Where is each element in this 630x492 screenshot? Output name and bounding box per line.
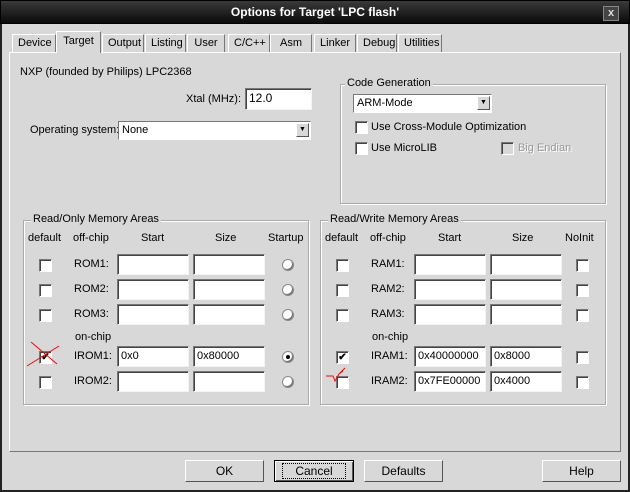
ram-size-input[interactable]: 0x4000 bbox=[490, 371, 562, 392]
rom-row-label: ROM2: bbox=[74, 283, 109, 295]
rom-row-label: ROM3: bbox=[74, 308, 109, 320]
startup-radio[interactable] bbox=[282, 351, 294, 363]
startup-radio[interactable] bbox=[282, 376, 294, 388]
rom-group-title: Read/Only Memory Areas bbox=[31, 213, 161, 225]
tab-utilities[interactable]: Utilities bbox=[398, 34, 442, 52]
tab-listing[interactable]: Listing bbox=[145, 34, 186, 52]
ram-size-input[interactable] bbox=[490, 304, 562, 325]
rom-start-input[interactable]: 0x0 bbox=[117, 346, 189, 367]
rom-start-input[interactable] bbox=[117, 371, 189, 392]
ram-start-input[interactable]: 0x40000000 bbox=[414, 346, 486, 367]
rom-start-input[interactable] bbox=[117, 304, 189, 325]
close-button[interactable]: x bbox=[603, 6, 619, 21]
rom-header-offchip: off-chip bbox=[73, 232, 109, 244]
tab-cc[interactable]: C/C++ bbox=[228, 34, 270, 52]
big-endian-checkbox bbox=[501, 142, 514, 155]
ram-default-checkbox[interactable] bbox=[336, 284, 349, 297]
xtal-input[interactable]: 12.0 bbox=[245, 88, 312, 110]
noinit-checkbox[interactable] bbox=[576, 351, 589, 364]
chevron-down-icon[interactable]: ▼ bbox=[477, 96, 490, 110]
rom-default-checkbox[interactable] bbox=[39, 284, 52, 297]
ram-header-noinit: NoInit bbox=[565, 232, 594, 244]
rom-default-checkbox[interactable] bbox=[39, 376, 52, 389]
rom-start-input[interactable] bbox=[117, 254, 189, 275]
ram-onchip-label: on-chip bbox=[372, 331, 409, 343]
os-label: Operating system: bbox=[30, 124, 120, 136]
ram-size-input[interactable] bbox=[490, 254, 562, 275]
rom-row-label: ROM1: bbox=[74, 258, 109, 270]
tab-asm[interactable]: Asm bbox=[270, 34, 312, 52]
rom-default-checkbox[interactable] bbox=[39, 309, 52, 322]
rom-row-label: IROM1: bbox=[74, 350, 112, 362]
ram-start-input[interactable] bbox=[414, 254, 486, 275]
cross-module-label: Use Cross-Module Optimization bbox=[371, 121, 527, 133]
rom-size-input[interactable] bbox=[193, 371, 265, 392]
microlib-label: Use MicroLIB bbox=[371, 142, 438, 154]
ram-start-input[interactable]: 0x7FE00000 bbox=[414, 371, 486, 392]
ram-size-input[interactable] bbox=[490, 279, 562, 300]
startup-radio[interactable] bbox=[282, 309, 294, 321]
tab-target[interactable]: Target bbox=[56, 31, 101, 53]
ram-group-title: Read/Write Memory Areas bbox=[328, 213, 461, 225]
defaults-button[interactable]: Defaults bbox=[364, 460, 443, 482]
code-generation-title: Code Generation bbox=[345, 77, 433, 89]
noinit-checkbox[interactable] bbox=[576, 284, 589, 297]
noinit-checkbox[interactable] bbox=[576, 376, 589, 389]
cancel-label: Cancel bbox=[282, 463, 346, 479]
ram-header-offchip: off-chip bbox=[370, 232, 406, 244]
rom-header-startup: Startup bbox=[268, 232, 304, 244]
big-endian-label: Big Endian bbox=[518, 142, 572, 154]
ram-row-label: IRAM1: bbox=[371, 350, 408, 362]
ram-row-label: RAM2: bbox=[371, 283, 405, 295]
arm-mode-value: ARM-Mode bbox=[357, 97, 413, 109]
ram-start-input[interactable] bbox=[414, 279, 486, 300]
ram-row-label: IRAM2: bbox=[371, 375, 408, 387]
ram-header-default: default bbox=[325, 232, 359, 244]
ok-button[interactable]: OK bbox=[185, 460, 264, 482]
arm-mode-select[interactable]: ARM-Mode ▼ bbox=[353, 94, 492, 113]
chevron-down-icon[interactable]: ▼ bbox=[296, 123, 309, 137]
os-select[interactable]: None ▼ bbox=[118, 121, 311, 140]
rom-size-input[interactable] bbox=[193, 254, 265, 275]
rom-start-input[interactable] bbox=[117, 279, 189, 300]
red-x-annotation bbox=[26, 341, 60, 367]
startup-radio[interactable] bbox=[282, 284, 294, 296]
ram-header-start: Start bbox=[438, 232, 462, 244]
rom-size-input[interactable]: 0x80000 bbox=[193, 346, 265, 367]
rom-row-label: IROM2: bbox=[74, 375, 112, 387]
rom-size-input[interactable] bbox=[193, 279, 265, 300]
ram-row-label: RAM1: bbox=[371, 258, 405, 270]
rom-size-input[interactable] bbox=[193, 304, 265, 325]
startup-radio[interactable] bbox=[282, 259, 294, 271]
ram-header-size: Size bbox=[512, 232, 534, 244]
os-value: None bbox=[122, 124, 149, 136]
rom-header-start: Start bbox=[141, 232, 165, 244]
tab-linker[interactable]: Linker bbox=[314, 34, 356, 52]
ram-default-checkbox-checked[interactable]: ✔ bbox=[336, 351, 349, 364]
tab-device[interactable]: Device bbox=[12, 34, 56, 52]
tab-user[interactable]: User bbox=[187, 34, 225, 52]
microlib-checkbox[interactable] bbox=[355, 142, 368, 155]
ram-start-input[interactable] bbox=[414, 304, 486, 325]
ram-default-checkbox[interactable] bbox=[336, 259, 349, 272]
ram-default-checkbox[interactable] bbox=[336, 309, 349, 322]
device-name: NXP (founded by Philips) LPC2368 bbox=[20, 66, 192, 78]
noinit-checkbox[interactable] bbox=[576, 309, 589, 322]
rom-default-checkbox[interactable] bbox=[39, 259, 52, 272]
noinit-checkbox[interactable] bbox=[576, 259, 589, 272]
window-title: Options for Target 'LPC flash' bbox=[230, 5, 400, 19]
rom-header-default: default bbox=[28, 232, 62, 244]
rom-onchip-label: on-chip bbox=[75, 331, 112, 343]
cancel-button[interactable]: Cancel bbox=[274, 460, 354, 482]
cross-module-checkbox[interactable] bbox=[355, 121, 368, 134]
ram-size-input[interactable]: 0x8000 bbox=[490, 346, 562, 367]
tab-debug[interactable]: Debug bbox=[357, 34, 397, 52]
help-button[interactable]: Help bbox=[542, 460, 621, 482]
tab-output[interactable]: Output bbox=[102, 34, 144, 52]
red-check-annotation bbox=[326, 367, 346, 383]
ram-row-label: RAM3: bbox=[371, 308, 405, 320]
rom-header-size: Size bbox=[215, 232, 237, 244]
xtal-label: Xtal (MHz): bbox=[186, 93, 241, 105]
